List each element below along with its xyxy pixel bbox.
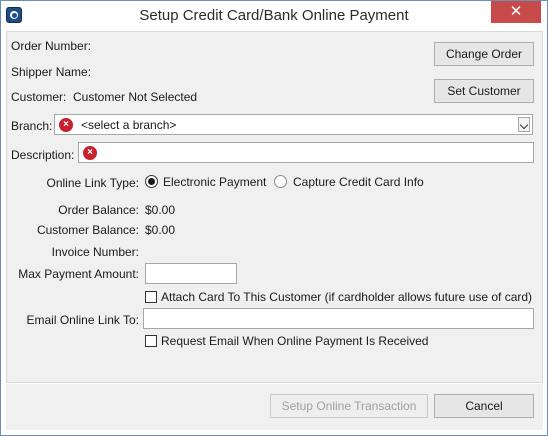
close-button[interactable]: ✕ [491,1,541,23]
cancel-button[interactable]: Cancel [434,394,534,418]
description-label: Description: [11,148,75,162]
shipper-name-label: Shipper Name: [11,65,92,79]
chevron-down-icon[interactable] [518,117,530,132]
error-icon: × [83,146,97,160]
error-icon: × [59,118,73,132]
max-payment-label: Max Payment Amount: [18,267,139,281]
dialog-window: Setup Credit Card/Bank Online Payment ✕ … [0,0,548,436]
order-balance-value: $0.00 [145,203,176,217]
email-link-field[interactable] [143,308,534,329]
attach-card-label[interactable]: Attach Card To This Customer (if cardhol… [161,290,532,304]
customer-label: Customer: [11,90,67,104]
invoice-number-label: Invoice Number: [51,245,139,259]
customer-balance-label: Customer Balance: [36,223,139,237]
request-email-checkbox[interactable] [145,335,157,347]
customer-value: Customer Not Selected [73,90,198,104]
online-link-type-label: Online Link Type: [46,176,139,190]
order-balance-label: Order Balance: [58,203,139,217]
electronic-payment-label[interactable]: Electronic Payment [163,175,266,189]
close-icon: ✕ [509,3,523,20]
capture-credit-card-radio[interactable] [274,175,287,188]
change-order-button[interactable]: Change Order [434,42,534,66]
description-field[interactable]: × [78,142,534,163]
branch-label: Branch: [11,119,53,133]
window-title: Setup Credit Card/Bank Online Payment [139,7,409,24]
email-link-label: Email Online Link To: [26,313,140,327]
request-email-label[interactable]: Request Email When Online Payment Is Rec… [161,334,428,348]
customer-balance-value: $0.00 [145,223,176,237]
branch-select[interactable]: × <select a branch> [54,114,533,135]
max-payment-field[interactable] [145,263,237,284]
order-number-label: Order Number: [11,39,92,53]
setup-transaction-button[interactable]: Setup Online Transaction [270,394,428,418]
electronic-payment-radio[interactable] [145,175,158,188]
capture-credit-card-label[interactable]: Capture Credit Card Info [293,175,424,189]
title-bar[interactable]: Setup Credit Card/Bank Online Payment ✕ [1,1,547,31]
set-customer-button[interactable]: Set Customer [434,79,534,103]
attach-card-checkbox[interactable] [145,291,157,303]
branch-selected-value: <select a branch> [81,118,177,132]
